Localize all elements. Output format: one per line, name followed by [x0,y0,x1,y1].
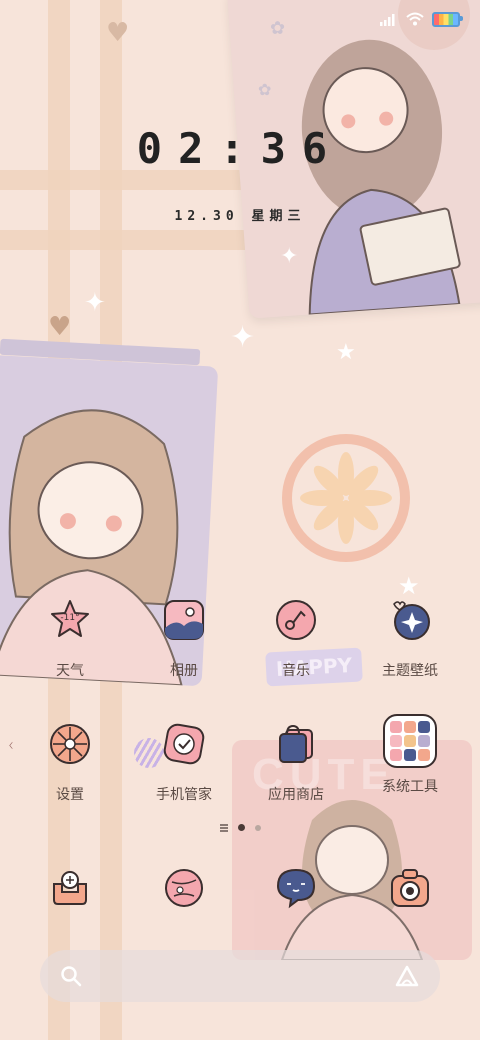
app-weather[interactable]: -11° 天气 [14,598,126,680]
search-bar[interactable] [40,950,440,1002]
star-icon: ★ [336,340,356,365]
app-label: 音乐 [282,663,310,679]
system-tools-folder-icon [383,714,437,768]
sparkle-icon: ✦ [84,288,106,318]
app-gallery[interactable]: 相册 [128,598,240,680]
battery-icon [432,11,463,27]
orange-slice-decoration [282,434,410,562]
dock-browser[interactable] [128,866,240,914]
app-label: 主题壁纸 [382,663,438,679]
phone-icon [53,871,87,905]
app-label: 相册 [170,663,198,679]
weather-temp-badge: -11° [60,613,80,623]
clock-time[interactable]: 02:36 [0,124,480,173]
heart-icon: ♥ [48,312,72,342]
sparkle-icon: ✦ [280,244,299,269]
app-security[interactable]: 手机管家 [128,722,240,804]
clock-date[interactable]: 12.30 星期三 [0,205,480,224]
camera-icon [391,869,429,907]
star-icon: ★ [398,572,420,600]
app-label: 手机管家 [156,787,212,803]
gallery-icon [164,600,204,640]
decoration-stripes [134,738,164,768]
app-settings[interactable]: 设置 [14,722,126,804]
app-store-icon [279,724,313,763]
app-label: 设置 [56,787,84,803]
assistant-icon[interactable] [394,964,420,988]
sparkle-icon: ✦ [230,320,256,355]
app-themes[interactable]: 主题壁纸 [354,598,466,680]
app-drawer-indicator-icon [219,826,228,829]
security-icon [163,723,205,765]
app-label: 天气 [56,663,84,679]
page-dot [254,824,261,831]
dock-messages[interactable] [240,866,352,914]
app-label: 应用商店 [268,787,324,803]
flower-icon: ✿ [270,18,286,39]
dock-phone[interactable] [14,866,126,914]
messages-icon [276,868,316,909]
status-bar [380,8,463,30]
music-icon [276,600,316,640]
settings-icon [50,724,90,764]
app-system-tools-folder[interactable]: 系统工具 [354,714,466,796]
signal-icon [380,14,395,26]
app-music[interactable]: 音乐 [240,598,352,680]
page-dot-active [237,824,245,831]
browser-icon [165,869,203,907]
app-store[interactable]: 应用商店 [240,722,352,804]
heart-icon: ♥ [106,18,130,48]
page-indicator[interactable] [0,824,480,831]
search-icon [61,966,82,987]
wifi-icon [406,12,424,26]
themes-icon [393,601,430,640]
app-label: 系统工具 [382,779,438,795]
dock-camera[interactable] [354,866,466,914]
flower-icon: ✿ [258,80,272,99]
